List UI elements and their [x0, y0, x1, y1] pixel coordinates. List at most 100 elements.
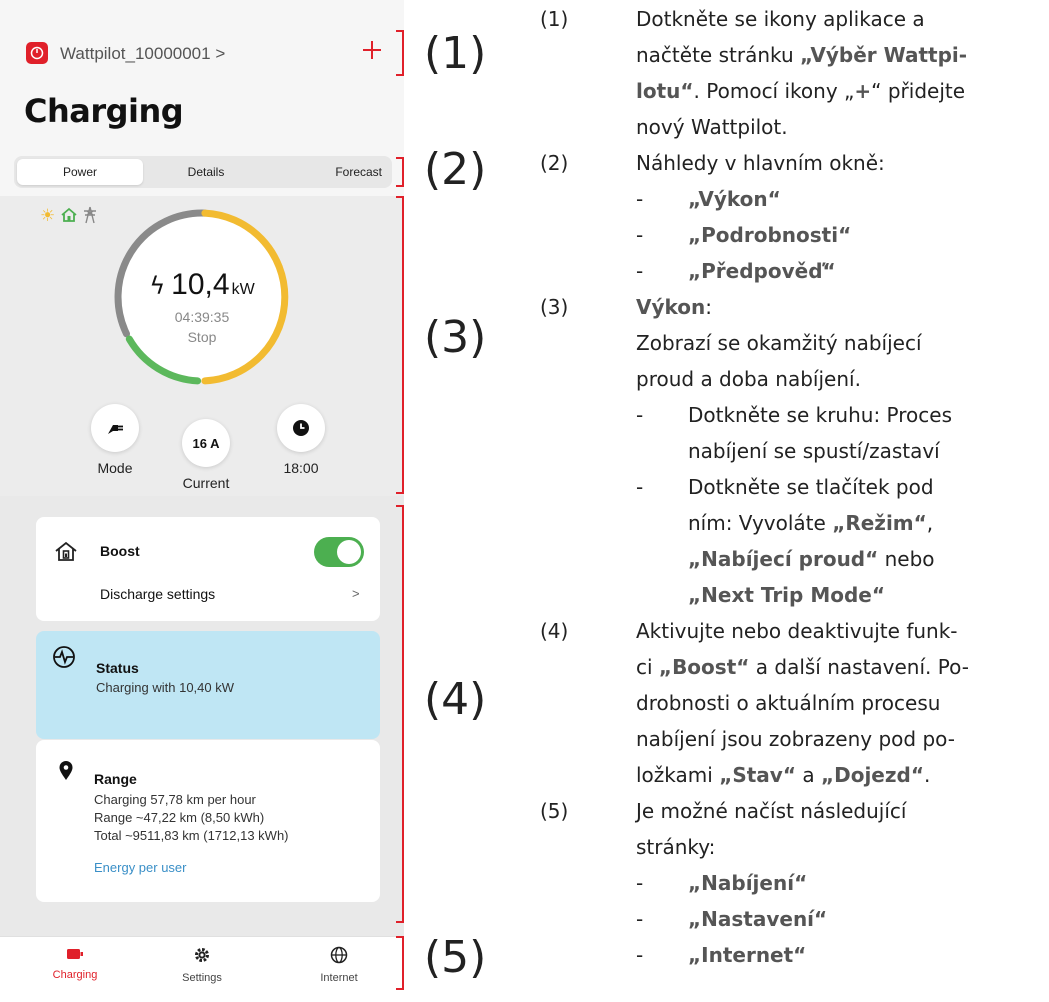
- power-plug-icon: [30, 46, 44, 60]
- app-icon[interactable]: [26, 42, 48, 64]
- text-bold: +: [854, 79, 872, 103]
- next-trip-button[interactable]: [277, 404, 325, 452]
- callout-number-2: (2): [424, 144, 487, 195]
- section-5-line-1: Je možné načíst následující: [636, 799, 907, 823]
- bullet-dash: -: [636, 187, 644, 211]
- section-1-line-1: Dotkněte se ikony aplikace a: [636, 7, 925, 31]
- plug-icon: [108, 425, 123, 434]
- bullet-dash: -: [636, 475, 644, 499]
- mode-button[interactable]: [91, 404, 139, 452]
- mode-label: Mode: [97, 460, 133, 476]
- grid-pylon-icon: [81, 206, 99, 228]
- section-1-number: (1): [540, 7, 569, 31]
- text-run: Dotkněte se tlačítek pod: [688, 475, 934, 499]
- phone-screen: Wattpilot_10000001 > Charging Power Deta…: [0, 0, 404, 1002]
- bullet-dash: -: [636, 907, 644, 931]
- text-run: Dotkněte se kruhu: Proces: [688, 403, 953, 427]
- view-tabs: Power Details Forecast: [14, 156, 392, 188]
- section-2-line-1: Náhledy v hlavním okně:: [636, 151, 885, 175]
- text-run: .: [923, 763, 931, 787]
- energy-per-user-link[interactable]: Energy per user: [94, 859, 187, 877]
- power-unit: kW: [231, 281, 255, 298]
- discharge-settings-link[interactable]: Discharge settings: [100, 586, 215, 602]
- plus-icon: [363, 41, 381, 59]
- text-bold: Výkon: [636, 295, 706, 319]
- globe-icon: [330, 946, 348, 964]
- text-run: nabíjení se spustí/zastaví: [688, 439, 940, 463]
- callout-bracket-4: [396, 505, 404, 923]
- callout-number-4: (4): [424, 674, 487, 725]
- text-bold: lotu“: [636, 79, 694, 103]
- callout-number-3: (3): [424, 312, 487, 363]
- range-remaining: Range ~47,22 km (8,50 kWh): [94, 810, 265, 825]
- section-5-item-1: „Nabíjení“: [688, 871, 808, 895]
- callout-bracket-2: [396, 157, 404, 187]
- section-2-item-1: „Výkon“: [688, 187, 781, 211]
- text-run: ,: [926, 511, 934, 535]
- power-value: 10,4: [171, 268, 230, 301]
- bullet-dash: -: [636, 223, 644, 247]
- text-bold: „Next Trip Mode“: [688, 583, 885, 607]
- nav-internet-label: Internet: [320, 972, 358, 984]
- section-5-item-2: „Nastavení“: [688, 907, 828, 931]
- bullet-dash: -: [636, 943, 644, 967]
- stop-action-label[interactable]: Stop: [0, 329, 404, 345]
- current-label: Current: [182, 475, 230, 491]
- clock-icon: [293, 420, 309, 436]
- text-bold: „Boost“: [658, 655, 750, 679]
- status-card: Status Charging with 10,40 kW: [36, 631, 380, 739]
- text-run: . Pomocí ikony „: [693, 79, 855, 103]
- text-run: Zobrazí se okamžitý nabíjecí: [636, 331, 922, 355]
- text-run: načtěte stránku: [636, 43, 800, 67]
- text-bold: „Nabíjecí proud“: [688, 547, 879, 571]
- nav-charging-label: Charging: [52, 969, 98, 981]
- text-bold: „Stav“: [719, 763, 796, 787]
- section-4-line-1: Aktivujte nebo deaktivujte funk-: [636, 619, 958, 643]
- boost-card: Boost Discharge settings >: [36, 517, 380, 621]
- nav-internet[interactable]: Internet: [284, 946, 394, 984]
- page-title: Charging: [24, 92, 184, 130]
- status-text: Charging with 10,40 kW: [96, 680, 235, 695]
- text-bold: „Režim“: [832, 511, 927, 535]
- range-charging-rate: Charging 57,78 km per hour: [94, 792, 256, 807]
- house-battery-icon: [54, 540, 78, 566]
- text-run: a: [795, 763, 821, 787]
- callout-bracket-3: [396, 196, 404, 494]
- callout-bracket-5: [396, 936, 404, 990]
- text-run: a další nastavení. Po-: [749, 655, 969, 679]
- section-2-item-3: „Předpověď“: [688, 259, 836, 283]
- gear-icon: [195, 948, 209, 962]
- tab-details[interactable]: Details: [143, 159, 269, 185]
- nav-settings-label: Settings: [182, 972, 222, 984]
- bullet-dash: -: [636, 259, 644, 283]
- bullet-dash: -: [636, 871, 644, 895]
- add-wattpilot-button[interactable]: [354, 32, 390, 68]
- tab-forecast[interactable]: Forecast: [264, 159, 390, 185]
- house-icon: [60, 206, 78, 228]
- nav-charging[interactable]: Charging: [20, 946, 130, 981]
- power-readout[interactable]: ϟ 10,4 kW: [0, 268, 404, 302]
- text-run: nový Wattpilot.: [636, 115, 788, 139]
- tab-power[interactable]: Power: [17, 159, 143, 185]
- chevron-right-icon[interactable]: >: [352, 585, 360, 603]
- text-run: nabíjení jsou zobrazeny pod po-: [636, 727, 955, 751]
- current-button[interactable]: 16 A: [182, 419, 230, 467]
- location-pin-icon: [58, 761, 74, 785]
- section-5-item-3: „Internet“: [688, 943, 807, 967]
- callout-bracket-1: [396, 30, 404, 76]
- section-4-number: (4): [540, 619, 569, 643]
- bullet-dash: -: [636, 403, 644, 427]
- text-run: ci: [636, 655, 659, 679]
- device-selector[interactable]: Wattpilot_10000001 >: [60, 44, 225, 64]
- range-title: Range: [94, 771, 137, 787]
- section-5-number: (5): [540, 799, 569, 823]
- text-run: drobnosti o aktuálním procesu: [636, 691, 941, 715]
- battery-icon: [67, 949, 83, 959]
- text-run: proud a doba nabíjení.: [636, 367, 861, 391]
- range-card: Range Charging 57,78 km per hour Range ~…: [36, 740, 380, 902]
- nav-settings[interactable]: Settings: [147, 946, 257, 984]
- text-run: stránky:: [636, 835, 716, 859]
- text-bold: „Výběr Wattpi-: [800, 43, 968, 67]
- text-run: ložkami: [636, 763, 720, 787]
- section-3-number: (3): [540, 295, 569, 319]
